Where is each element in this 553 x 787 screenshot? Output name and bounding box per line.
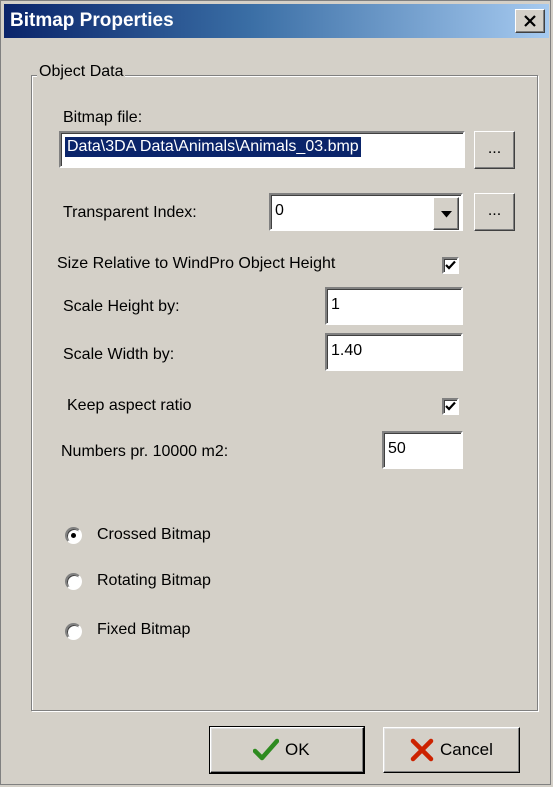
ok-button[interactable]: OK (209, 726, 365, 774)
cancel-label: Cancel (440, 740, 493, 759)
bitmap-properties-dialog: Bitmap Properties Object Data Bitmap fil… (0, 0, 551, 785)
transparent-index-browse-button[interactable]: ... (474, 193, 515, 231)
check-icon (445, 260, 456, 270)
transparent-index-value: 0 (275, 202, 284, 219)
fixed-bitmap-label[interactable]: Fixed Bitmap (97, 621, 190, 639)
close-button[interactable] (515, 9, 545, 33)
size-relative-label: Size Relative to WindPro Object Height (57, 255, 336, 272)
bitmap-file-browse-button[interactable]: ... (474, 131, 515, 169)
numbers-value: 50 (388, 440, 406, 457)
numbers-input[interactable]: 50 (382, 431, 463, 469)
radio-fixed-bitmap[interactable] (65, 623, 82, 640)
rotating-bitmap-label[interactable]: Rotating Bitmap (97, 572, 211, 590)
scale-height-value: 1 (331, 296, 340, 313)
radio-rotating-bitmap[interactable] (65, 573, 82, 590)
browse-label: ... (487, 202, 502, 219)
close-icon (524, 15, 536, 27)
dropdown-arrow-button[interactable] (433, 197, 459, 230)
bitmap-file-label: Bitmap file: (63, 109, 143, 126)
object-data-group (31, 75, 538, 711)
title-bar[interactable]: Bitmap Properties (4, 4, 549, 38)
scale-height-input[interactable]: 1 (325, 287, 463, 325)
radio-crossed-bitmap[interactable] (65, 527, 82, 544)
scale-width-value: 1.40 (331, 342, 363, 359)
bitmap-file-value: Data\3DA Data\Animals\Animals_03.bmp (65, 137, 361, 157)
ok-label: OK (285, 740, 310, 759)
check-icon (445, 401, 456, 411)
scale-width-label: Scale Width by: (63, 346, 175, 363)
radio-dot (71, 533, 76, 538)
crossed-bitmap-label[interactable]: Crossed Bitmap (97, 526, 211, 544)
size-relative-checkbox[interactable] (442, 257, 459, 274)
transparent-index-select[interactable]: 0 (269, 193, 463, 231)
scale-width-input[interactable]: 1.40 (325, 333, 463, 371)
keep-aspect-label: Keep aspect ratio (67, 397, 192, 414)
scale-height-label: Scale Height by: (63, 298, 180, 315)
cancel-button[interactable]: Cancel (383, 727, 520, 773)
group-legend: Object Data (37, 63, 126, 81)
bitmap-file-input[interactable]: Data\3DA Data\Animals\Animals_03.bmp (59, 131, 465, 168)
x-icon (410, 738, 434, 762)
checkmark-icon (253, 738, 279, 761)
browse-label: ... (487, 140, 502, 157)
transparent-index-label: Transparent Index: (63, 204, 197, 221)
keep-aspect-checkbox[interactable] (442, 398, 459, 415)
chevron-down-icon (441, 211, 452, 218)
window-title: Bitmap Properties (10, 10, 174, 31)
numbers-label: Numbers pr. 10000 m2: (61, 443, 229, 460)
